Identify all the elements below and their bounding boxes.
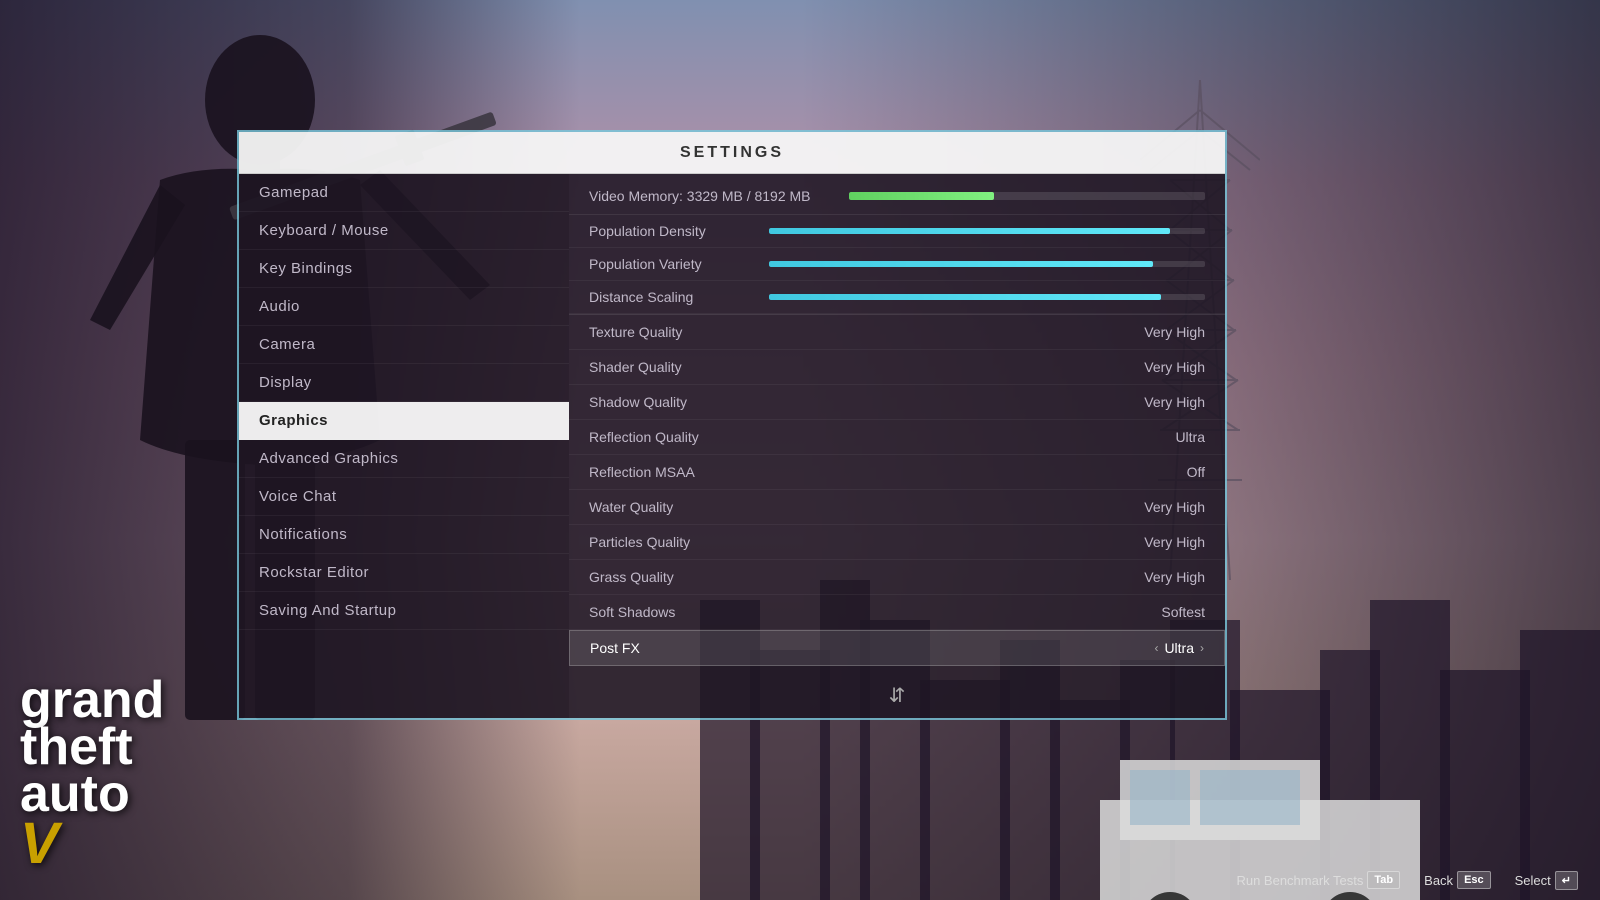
water-quality-label: Water Quality <box>589 499 673 515</box>
back-key: Esc <box>1457 871 1491 889</box>
shadow-quality-value: Very High <box>1144 394 1205 410</box>
reflection-quality-label: Reflection Quality <box>589 429 699 445</box>
shadow-quality-row[interactable]: Shadow Quality Very High <box>569 385 1225 420</box>
reflection-quality-row[interactable]: Reflection Quality Ultra <box>569 420 1225 455</box>
video-memory-label: Video Memory: 3329 MB / 8192 MB <box>589 188 829 204</box>
grass-quality-value: Very High <box>1144 569 1205 585</box>
settings-header: SETTINGS <box>239 132 1225 174</box>
shadow-quality-label: Shadow Quality <box>589 394 687 410</box>
water-quality-value: Very High <box>1144 499 1205 515</box>
post-fx-row[interactable]: Post FX ‹ Ultra › <box>569 630 1225 666</box>
texture-quality-value: Very High <box>1144 324 1205 340</box>
nav-item-saving-startup[interactable]: Saving And Startup <box>239 592 569 630</box>
water-quality-row[interactable]: Water Quality Very High <box>569 490 1225 525</box>
reflection-msaa-label: Reflection MSAA <box>589 464 695 480</box>
shader-quality-row[interactable]: Shader Quality Very High <box>569 350 1225 385</box>
texture-quality-row[interactable]: Texture Quality Very High <box>569 315 1225 350</box>
population-variety-label: Population Variety <box>589 256 769 272</box>
population-variety-bar[interactable] <box>769 261 1205 267</box>
nav-item-advanced-graphics[interactable]: Advanced Graphics <box>239 440 569 478</box>
nav-item-notifications[interactable]: Notifications <box>239 516 569 554</box>
shader-quality-label: Shader Quality <box>589 359 682 375</box>
video-memory-bar-container <box>849 192 1205 200</box>
back-action[interactable]: Back Esc <box>1412 867 1502 893</box>
reflection-quality-value: Ultra <box>1175 429 1205 445</box>
population-density-fill <box>769 228 1170 234</box>
select-key: ↵ <box>1555 871 1578 890</box>
soft-shadows-row[interactable]: Soft Shadows Softest <box>569 595 1225 630</box>
particles-quality-row[interactable]: Particles Quality Very High <box>569 525 1225 560</box>
population-density-bar[interactable] <box>769 228 1205 234</box>
select-label: Select <box>1515 873 1551 888</box>
population-variety-fill <box>769 261 1153 267</box>
run-benchmark-key: Tab <box>1367 871 1400 889</box>
grass-quality-label: Grass Quality <box>589 569 674 585</box>
nav-item-rockstar-editor[interactable]: Rockstar Editor <box>239 554 569 592</box>
post-fx-arrow-right[interactable]: › <box>1200 641 1204 655</box>
distance-scaling-fill <box>769 294 1161 300</box>
settings-panel: SETTINGS Gamepad Keyboard / Mouse Key Bi… <box>237 130 1227 720</box>
video-memory-row: Video Memory: 3329 MB / 8192 MB <box>569 174 1225 215</box>
population-density-label: Population Density <box>589 223 769 239</box>
particles-quality-label: Particles Quality <box>589 534 690 550</box>
texture-quality-label: Texture Quality <box>589 324 682 340</box>
nav-item-display[interactable]: Display <box>239 364 569 402</box>
soft-shadows-value: Softest <box>1161 604 1205 620</box>
nav-item-gamepad[interactable]: Gamepad <box>239 174 569 212</box>
video-memory-bar <box>849 192 994 200</box>
shader-quality-value: Very High <box>1144 359 1205 375</box>
content-scroll-area[interactable]: Video Memory: 3329 MB / 8192 MB Populati… <box>569 174 1225 718</box>
post-fx-arrow-left[interactable]: ‹ <box>1154 641 1158 655</box>
scroll-indicator: ⇵ <box>889 683 906 708</box>
post-fx-value: Ultra <box>1164 640 1194 656</box>
bottom-bar: Run Benchmark Tests Tab Back Esc Select … <box>0 860 1600 900</box>
nav-item-audio[interactable]: Audio <box>239 288 569 326</box>
settings-title: SETTINGS <box>680 144 784 162</box>
reflection-msaa-row[interactable]: Reflection MSAA Off <box>569 455 1225 490</box>
distance-scaling-row[interactable]: Distance Scaling <box>569 281 1225 314</box>
distance-scaling-label: Distance Scaling <box>589 289 769 305</box>
run-benchmark-action[interactable]: Run Benchmark Tests Tab <box>1224 867 1412 893</box>
nav-item-voice-chat[interactable]: Voice Chat <box>239 478 569 516</box>
post-fx-value-container: ‹ Ultra › <box>1154 640 1204 656</box>
gta-logo: grand theft auto V <box>20 677 164 870</box>
grass-quality-row[interactable]: Grass Quality Very High <box>569 560 1225 595</box>
nav-item-camera[interactable]: Camera <box>239 326 569 364</box>
nav-item-graphics[interactable]: Graphics <box>239 402 569 440</box>
post-fx-label: Post FX <box>590 640 640 656</box>
nav-item-keyboard-mouse[interactable]: Keyboard / Mouse <box>239 212 569 250</box>
soft-shadows-label: Soft Shadows <box>589 604 675 620</box>
settings-content: Video Memory: 3329 MB / 8192 MB Populati… <box>569 174 1225 718</box>
settings-nav: Gamepad Keyboard / Mouse Key Bindings Au… <box>239 174 569 718</box>
select-action[interactable]: Select ↵ <box>1503 867 1590 894</box>
reflection-msaa-value: Off <box>1187 464 1205 480</box>
population-variety-row[interactable]: Population Variety <box>569 248 1225 281</box>
settings-body: Gamepad Keyboard / Mouse Key Bindings Au… <box>239 174 1225 718</box>
logo-line2: theft <box>20 724 164 771</box>
particles-quality-value: Very High <box>1144 534 1205 550</box>
population-density-row[interactable]: Population Density <box>569 215 1225 248</box>
back-label: Back <box>1424 873 1453 888</box>
distance-scaling-bar[interactable] <box>769 294 1205 300</box>
nav-item-key-bindings[interactable]: Key Bindings <box>239 250 569 288</box>
run-benchmark-label: Run Benchmark Tests <box>1236 873 1363 888</box>
